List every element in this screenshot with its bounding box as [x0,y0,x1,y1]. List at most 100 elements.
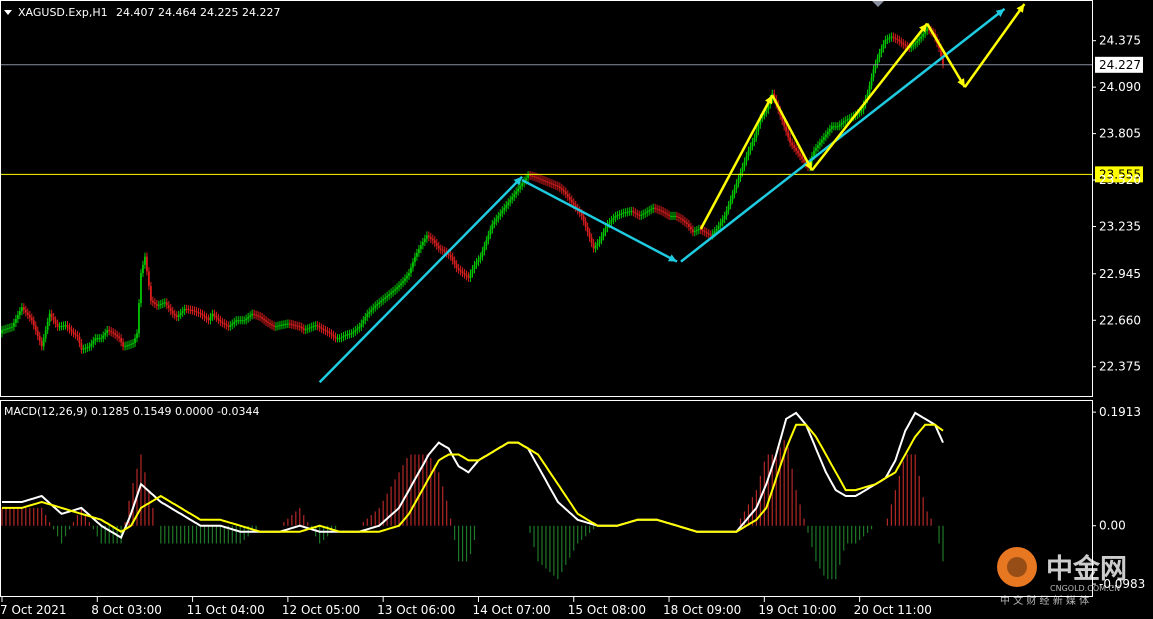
candle-body [126,345,128,347]
candle-body [177,314,180,318]
candle-body [58,326,61,328]
candle-body [624,212,627,214]
time-axis-label: 13 Oct 06:00 [377,603,455,617]
candle-body [795,148,797,151]
candle-body [50,313,53,318]
candle-body [568,196,571,200]
candle-body [134,338,136,344]
candle-body [687,224,690,227]
candle-body [630,211,633,213]
candle-body [876,58,879,64]
candle-body [594,245,597,249]
candle-body [449,255,452,257]
candle-body [741,167,744,173]
candle-body [616,215,619,217]
candle-body [384,297,387,300]
candle-body [108,330,111,332]
candle-body [298,326,301,328]
candle-body [799,153,801,157]
candle-body [235,320,238,322]
candle-body [32,320,35,326]
candle-body [382,299,385,301]
candle-body [505,205,508,208]
candle-body [513,194,516,197]
candle-body [670,215,672,217]
candle-body [13,322,15,327]
candle-body [52,317,55,321]
candle-body [346,334,349,336]
time-axis-label: 19 Oct 10:00 [758,603,836,617]
candle-body [1,330,3,334]
candle-body [842,121,845,124]
price-level-label: 24.227 [1099,58,1141,72]
symbol-dropdown-icon[interactable] [4,10,12,15]
candle-body [18,311,21,316]
candle-body [477,259,480,263]
candle-body [191,310,194,312]
macd-axis-label: 0.00 [1099,519,1126,533]
candle-body [547,181,549,183]
candle-body [261,317,263,319]
candle-body [358,326,361,329]
candle-body [233,321,236,324]
candle-body [894,37,897,39]
candle-body [350,333,353,335]
candle-body [193,310,196,312]
candle-body [656,208,659,210]
candle-body [400,283,402,286]
candle-body [360,323,363,327]
candle-body [249,315,252,318]
candle-body [237,320,240,322]
candle-body [92,340,95,344]
candle-body [64,325,67,327]
candle-body [860,109,863,112]
candle-body [243,320,246,322]
price-axis-label: 24.090 [1099,80,1141,94]
candle-body [296,325,299,327]
candle-body [281,324,283,326]
candle-body [332,334,335,337]
candle-body [181,310,184,313]
candle-body [503,207,506,211]
candle-body [211,313,214,318]
candle-body [30,317,33,321]
time-axis-label: 15 Oct 08:00 [568,603,646,617]
candle-body [622,212,625,214]
candle-body [416,252,418,257]
candle-body [433,240,436,244]
candle-body [817,145,819,149]
candle-body [227,325,230,327]
candle-body [483,245,486,252]
candle-body [165,302,168,306]
candle-body [251,313,254,316]
candle-body [3,329,5,331]
candle-body [370,309,373,312]
candle-body [727,205,730,211]
candle-body [362,320,365,324]
chart-shift-marker-icon[interactable] [872,1,884,7]
candle-body [451,256,454,261]
candle-body [34,325,37,331]
candle-body [610,220,613,223]
candle-body [797,150,799,154]
candle-body [46,321,49,331]
candle-body [691,229,694,233]
candle-body [584,221,587,227]
candle-body [819,142,821,146]
watermark-tagline: 中 文 财 经 新 媒 体 [1000,594,1089,607]
candle-body [531,175,533,177]
candle-body [326,331,329,333]
candle-body [102,335,105,339]
candle-body [521,183,524,187]
candle-body [78,336,81,344]
ohlc-header: 24.407 24.464 24.225 24.227 [116,6,280,19]
candle-body [14,318,17,323]
price-axis-label: 22.375 [1099,360,1141,374]
candle-body [288,323,291,325]
candle-body [489,229,492,235]
candle-body [535,176,537,178]
candle-body [308,327,311,329]
candle-body [892,36,895,38]
candle-body [517,188,520,192]
candle-body [217,317,220,320]
